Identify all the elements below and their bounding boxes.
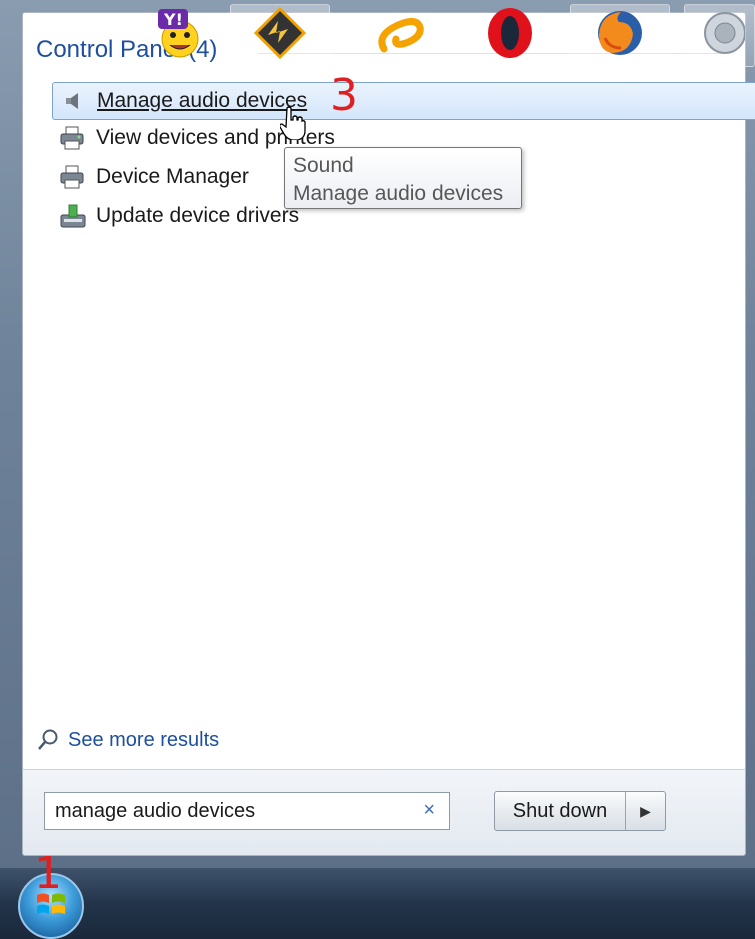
speaker-icon bbox=[59, 86, 89, 116]
device-manager-icon bbox=[58, 162, 88, 192]
taskbar-item-firefox[interactable] bbox=[570, 4, 670, 67]
hand-cursor-icon bbox=[279, 106, 306, 145]
taskbar-item-winamp[interactable] bbox=[230, 4, 330, 67]
swift-player-icon bbox=[372, 5, 432, 66]
firefox-icon bbox=[591, 4, 649, 67]
see-more-results-link[interactable]: See more results bbox=[36, 728, 219, 752]
see-more-label: See more results bbox=[68, 728, 220, 751]
svg-text:Y!: Y! bbox=[163, 10, 183, 29]
result-label: Device Manager bbox=[96, 165, 249, 188]
speaker-app-icon bbox=[695, 5, 746, 66]
shutdown-options-arrow-icon[interactable]: ▶ bbox=[626, 792, 665, 830]
taskbar-item-swift[interactable] bbox=[352, 4, 452, 67]
result-label: Update device drivers bbox=[96, 204, 300, 227]
tooltip-description: Manage audio devices bbox=[293, 182, 504, 205]
taskbar bbox=[0, 868, 755, 939]
annotation-step-3: 3 bbox=[330, 70, 358, 121]
search-input[interactable]: manage audio devices × bbox=[44, 792, 450, 830]
clear-search-icon[interactable]: × bbox=[423, 799, 435, 822]
winamp-icon bbox=[252, 5, 308, 66]
opera-icon bbox=[482, 5, 538, 66]
search-icon bbox=[36, 728, 60, 752]
printer-icon bbox=[58, 123, 88, 153]
tooltip-title: Sound bbox=[293, 154, 354, 177]
tooltip-sound: Sound Manage audio devices bbox=[284, 147, 522, 209]
driver-update-icon bbox=[58, 201, 88, 231]
taskbar-item-opera[interactable] bbox=[460, 4, 560, 67]
shutdown-button-group: Shut down ▶ bbox=[494, 791, 666, 831]
yahoo-messenger-icon: Y! bbox=[148, 5, 208, 66]
shutdown-button[interactable]: Shut down bbox=[495, 792, 626, 830]
result-manage-audio-devices[interactable]: Manage audio devices bbox=[52, 82, 755, 120]
search-input-value: manage audio devices bbox=[55, 799, 256, 822]
taskbar-item-speaker[interactable] bbox=[684, 4, 755, 67]
taskbar-item-yahoo[interactable]: Y! bbox=[128, 4, 228, 67]
annotation-step-1: 1 bbox=[34, 848, 62, 899]
result-label: Manage audio devices bbox=[97, 89, 308, 112]
